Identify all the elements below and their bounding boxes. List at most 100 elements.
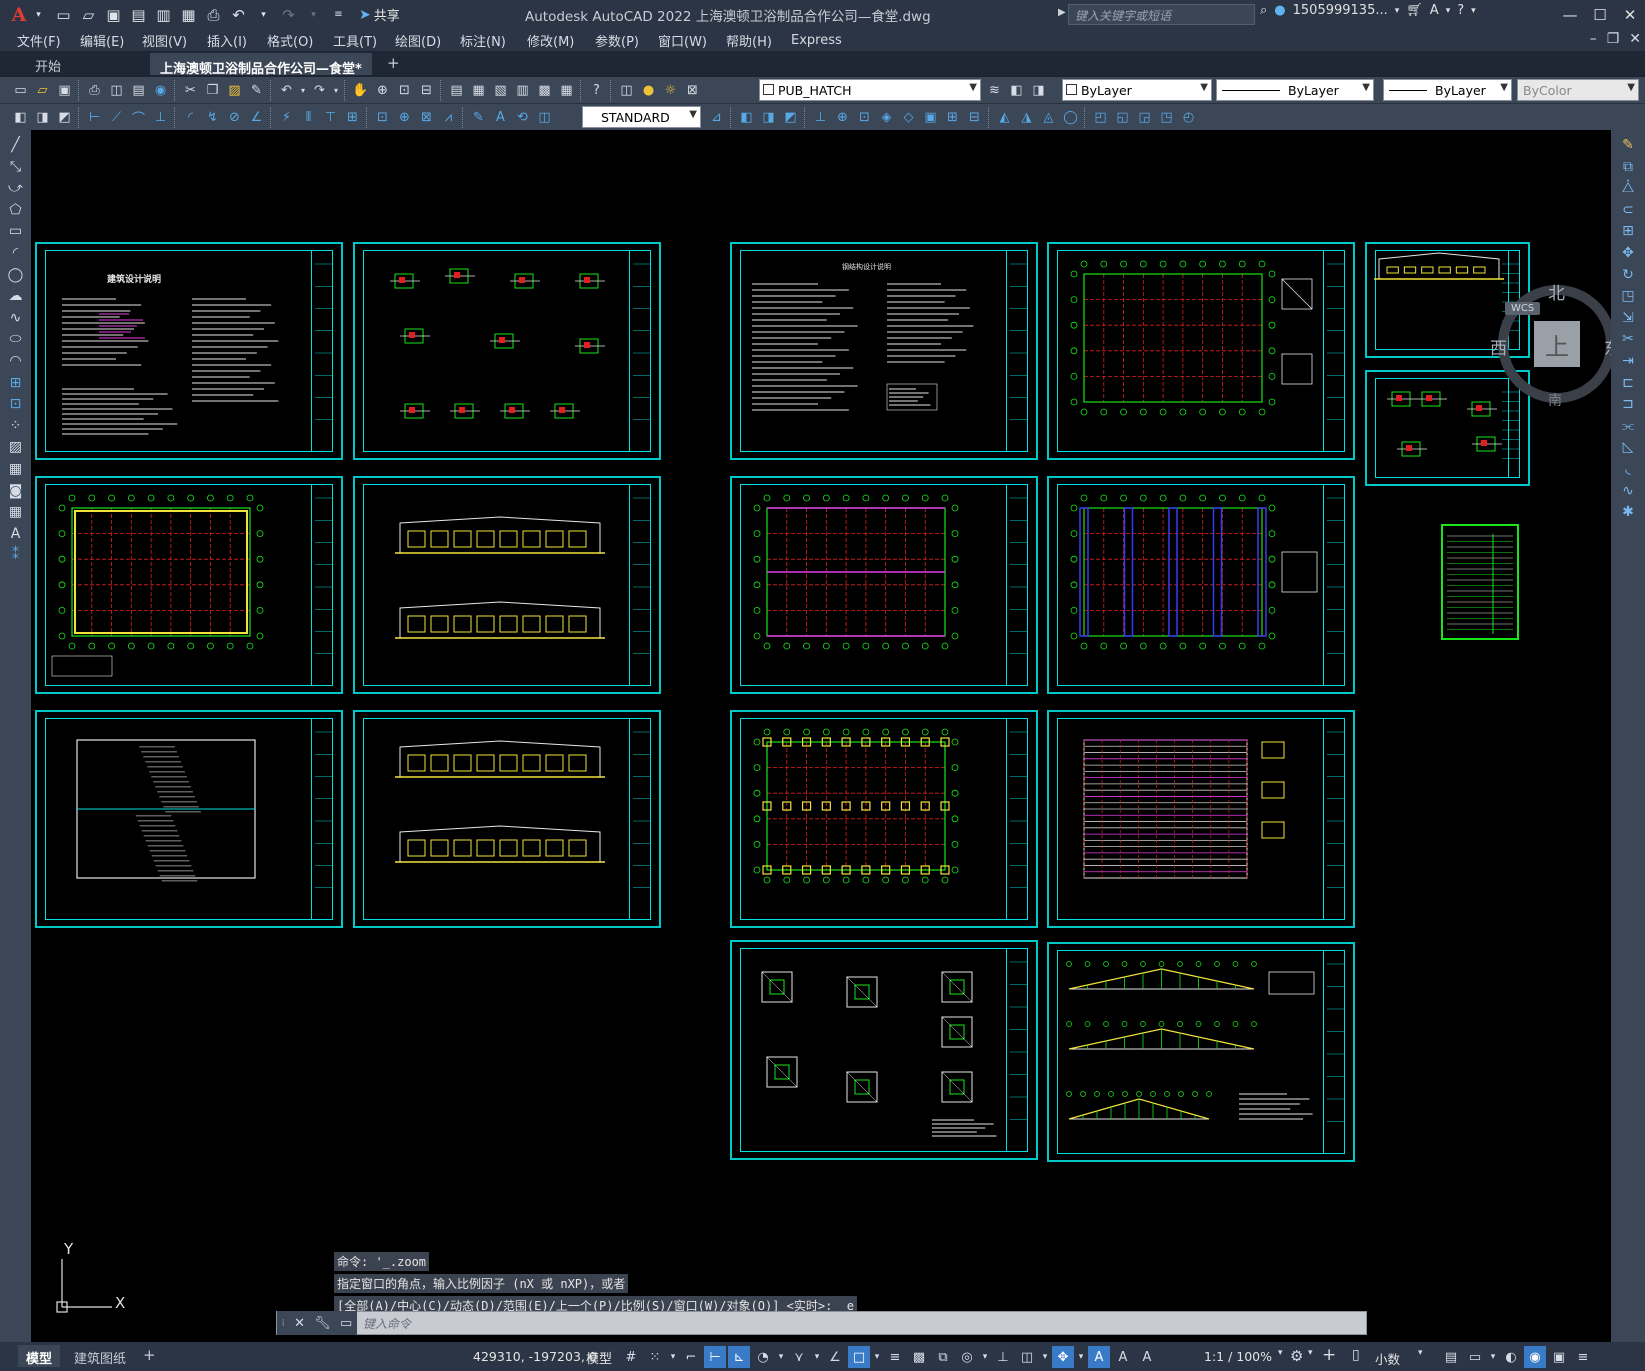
ucs-object-icon[interactable]: ◇ xyxy=(898,107,919,128)
view-back-icon[interactable]: ◨ xyxy=(758,107,779,128)
3d-print-icon[interactable]: ◉ xyxy=(150,80,171,101)
units-dropdown-icon[interactable]: ▾ xyxy=(1418,1348,1423,1358)
auto-scale-icon[interactable]: A xyxy=(1112,1346,1134,1368)
snap-dropdown-icon[interactable]: ▾ xyxy=(668,1346,678,1368)
make-object-layer-icon[interactable]: ◧ xyxy=(10,107,31,128)
undo-icon[interactable]: ↶ xyxy=(276,80,297,101)
color-dropdown[interactable]: ByLayer ▼ xyxy=(1062,79,1212,101)
3d-osnap-dropdown-icon[interactable]: ▾ xyxy=(980,1346,990,1368)
compass-west[interactable]: 西 xyxy=(1490,334,1507,359)
sheet-set-icon[interactable]: ▥ xyxy=(512,80,533,101)
layer-states-icon[interactable]: ◨ xyxy=(1028,80,1049,101)
center-mark-icon[interactable]: ⊕ xyxy=(394,107,415,128)
redo-dropdown-icon[interactable]: ▾ xyxy=(303,4,324,25)
drawing-sheet[interactable]: 建筑设计说明 xyxy=(35,242,343,460)
scale-icon[interactable]: ◳ xyxy=(1611,286,1645,306)
polar-dropdown-icon[interactable]: ▾ xyxy=(776,1346,786,1368)
redo-icon[interactable]: ↷ xyxy=(278,4,299,25)
menu-tools[interactable]: 工具(T) xyxy=(333,31,377,50)
quick-properties-icon[interactable]: ▤ xyxy=(1440,1346,1462,1368)
osnap-dropdown-icon[interactable]: ▾ xyxy=(872,1346,882,1368)
drawing-sheet[interactable]: 钢结构设计说明 xyxy=(730,242,1038,460)
object-snap-tracking-icon[interactable]: ∠ xyxy=(824,1346,846,1368)
multiline-text-icon[interactable]: A xyxy=(0,524,31,544)
point-icon[interactable]: ⁘ xyxy=(0,416,31,436)
ucs-settings-icon[interactable]: ◳ xyxy=(1156,107,1177,128)
menu-edit[interactable]: 编辑(E) xyxy=(80,31,124,50)
coordinates-display[interactable]: 429310, -197203, 0 xyxy=(473,1349,597,1364)
make-block-icon[interactable]: ⊡ xyxy=(0,394,31,414)
dimension-edit-icon[interactable]: ✎ xyxy=(468,107,489,128)
plot-icon[interactable]: ⎙ xyxy=(203,4,224,25)
command-input[interactable]: 键入命令 xyxy=(357,1315,411,1332)
layer-freeze-icon[interactable]: ☼ xyxy=(660,80,681,101)
qnew-icon[interactable]: ▭ xyxy=(10,80,31,101)
add-selected-icon[interactable]: ⁑ xyxy=(0,545,31,565)
ucs-3point-icon[interactable]: ◭ xyxy=(994,107,1015,128)
infer-constraints-icon[interactable]: ⌐ xyxy=(680,1346,702,1368)
undo-dropdown-icon[interactable]: ▾ xyxy=(298,80,308,101)
zoom-previous-icon[interactable]: ⊟ xyxy=(416,80,437,101)
minimize-icon[interactable]: — xyxy=(1555,0,1585,29)
menu-modify[interactable]: 修改(M) xyxy=(527,31,574,50)
inspection-icon[interactable]: ⊠ xyxy=(416,107,437,128)
command-line[interactable]: ⁞ ✕ 🔧︎ ▭ 键入命令 xyxy=(276,1311,1367,1335)
grip-icon[interactable]: ⁞ xyxy=(282,1318,285,1329)
layer-properties-icon[interactable]: ◫ xyxy=(616,80,637,101)
doc-close-icon[interactable]: ✕ xyxy=(1629,31,1641,47)
move-icon[interactable]: ✥ xyxy=(1611,243,1645,263)
paste-icon[interactable]: ▨ xyxy=(224,80,245,101)
dimension-style-icon[interactable]: ◫ xyxy=(534,107,555,128)
radius-dimension-icon[interactable]: ◜ xyxy=(180,107,201,128)
layer-isolate-icon[interactable]: ◩ xyxy=(54,107,75,128)
hardware-acceleration-icon[interactable]: ◉ xyxy=(1524,1346,1546,1368)
properties-icon[interactable]: ▤ xyxy=(446,80,467,101)
dimension-text-edit-icon[interactable]: A xyxy=(490,107,511,128)
aligned-dimension-icon[interactable]: ⟋ xyxy=(106,107,127,128)
make-current-layer-icon[interactable]: ≋ xyxy=(984,80,1005,101)
arc-icon[interactable]: ◜ xyxy=(0,243,31,263)
polyline-icon[interactable]: ⤻ xyxy=(0,178,31,198)
stretch-icon[interactable]: ⇲ xyxy=(1611,308,1645,328)
table-icon[interactable]: ▦ xyxy=(0,502,31,522)
polygon-icon[interactable]: ⬠ xyxy=(0,200,31,220)
open-from-web-icon[interactable]: ▥ xyxy=(153,4,174,25)
revision-cloud-icon[interactable]: ☁ xyxy=(0,286,31,306)
search-input[interactable]: 键入关键字或短语 xyxy=(1068,4,1255,25)
new-file-icon[interactable]: ▭ xyxy=(53,4,74,25)
break-at-point-icon[interactable]: ⊏ xyxy=(1611,373,1645,393)
region-icon[interactable]: ◙ xyxy=(0,481,31,501)
drawing-sheet[interactable] xyxy=(1047,476,1355,694)
3d-osnap-icon[interactable]: ◎ xyxy=(956,1346,978,1368)
tab-model[interactable]: 模型 xyxy=(18,1345,61,1367)
insert-block-icon[interactable]: ⊞ xyxy=(0,373,31,393)
wcs-menu[interactable]: WCS xyxy=(1505,302,1541,315)
break-icon[interactable]: ⊐ xyxy=(1611,394,1645,414)
ordinate-dimension-icon[interactable]: ⊥ xyxy=(150,107,171,128)
compass-south[interactable]: 南 xyxy=(1548,390,1562,410)
transparency-icon[interactable]: ▩ xyxy=(908,1346,930,1368)
menu-parametric[interactable]: 参数(P) xyxy=(595,31,639,50)
grid-icon[interactable]: # xyxy=(620,1346,642,1368)
line-icon[interactable]: ╱ xyxy=(0,135,31,155)
layer-dropdown[interactable]: PUB_HATCH ▼ xyxy=(759,79,981,101)
layer-match-icon[interactable]: ◨ xyxy=(32,107,53,128)
gizmo-dropdown-icon[interactable]: ▾ xyxy=(1076,1346,1086,1368)
trim-icon[interactable]: ✂ xyxy=(1611,329,1645,349)
fillet-icon[interactable]: ◟ xyxy=(1611,459,1645,479)
ucs-x-icon[interactable]: ◮ xyxy=(1016,107,1037,128)
ucs-z-icon[interactable]: ◯ xyxy=(1060,107,1081,128)
lock-dropdown-icon[interactable]: ▾ xyxy=(1488,1346,1498,1368)
workspace-gear-icon[interactable]: ⚙ xyxy=(1290,1347,1303,1365)
drawing-sheet[interactable] xyxy=(353,242,661,460)
tab-start[interactable]: 开始 xyxy=(25,53,71,75)
mirror-icon[interactable]: ⧊ xyxy=(1611,178,1645,198)
save-as-icon[interactable]: ▤ xyxy=(128,4,149,25)
menu-express[interactable]: Express xyxy=(791,33,842,48)
menu-window[interactable]: 窗口(W) xyxy=(658,31,707,50)
drawing-sheet[interactable] xyxy=(1047,942,1355,1162)
undo-dropdown-icon[interactable]: ▾ xyxy=(253,4,274,25)
filter-dropdown-icon[interactable]: ▾ xyxy=(1040,1346,1050,1368)
doc-minimize-icon[interactable]: – xyxy=(1590,31,1597,47)
save-to-web-icon[interactable]: ▦ xyxy=(178,4,199,25)
